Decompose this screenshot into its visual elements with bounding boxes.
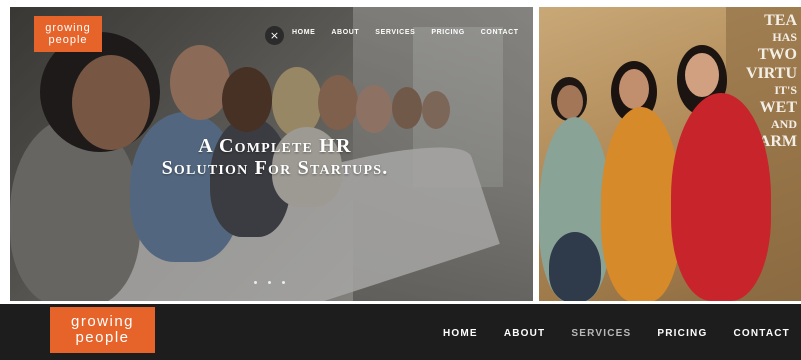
person-face (685, 53, 719, 97)
slider-dots (254, 281, 285, 284)
hero-nav-home[interactable]: HOME (292, 29, 315, 36)
brand-logo-line2: people (75, 329, 130, 346)
hero-nav-about[interactable]: ABOUT (331, 29, 359, 36)
hero-title-line1: A Complete HR (198, 135, 352, 157)
hero-title-line2: Solution For Startups. (161, 157, 389, 179)
brand-logo-line2: people (48, 34, 88, 46)
brand-logo-line1: growing (45, 22, 91, 34)
main-nav: HOME ABOUT SERVICES PRICING CONTACT (443, 328, 801, 339)
hero-nav-contact[interactable]: CONTACT (481, 29, 519, 36)
hero-nav: HOME ABOUT SERVICES PRICING CONTACT (292, 29, 533, 36)
person-figure (671, 93, 771, 301)
person-figure (549, 232, 601, 301)
wall-quote-line: TEA (764, 12, 797, 29)
close-icon[interactable]: × (265, 26, 284, 45)
brand-logo[interactable]: growing people (34, 16, 102, 52)
page: growing people × HOME ABOUT SERVICES PRI… (0, 0, 801, 360)
hero-slider: growing people × HOME ABOUT SERVICES PRI… (10, 7, 533, 301)
slider-dot[interactable] (268, 281, 271, 284)
nav-about[interactable]: ABOUT (504, 328, 546, 339)
team-photo: TEA HAS TWO VIRTU IT'S WET AND WARM (539, 7, 801, 301)
slider-dot[interactable] (282, 281, 285, 284)
brand-logo-line1: growing (70, 313, 135, 330)
hero-nav-pricing[interactable]: PRICING (431, 29, 464, 36)
nav-pricing[interactable]: PRICING (657, 328, 707, 339)
wall-quote-line: IT'S (774, 83, 797, 97)
wall-quote-line: VIRTU (746, 65, 797, 82)
brand-logo[interactable]: growing people (50, 307, 155, 353)
navbar: growing people HOME ABOUT SERVICES PRICI… (0, 304, 801, 360)
hero-title: A Complete HR Solution For Startups. (105, 135, 445, 179)
slider-dot[interactable] (254, 281, 257, 284)
nav-services[interactable]: SERVICES (571, 328, 631, 339)
person-face (619, 69, 649, 109)
person-face (557, 85, 583, 119)
person-figure (601, 107, 681, 301)
hero-nav-services[interactable]: SERVICES (375, 29, 415, 36)
wall-quote-line: TWO (757, 46, 797, 63)
nav-contact[interactable]: CONTACT (733, 328, 790, 339)
wall-quote-line: HAS (772, 30, 797, 44)
nav-home[interactable]: HOME (443, 328, 478, 339)
